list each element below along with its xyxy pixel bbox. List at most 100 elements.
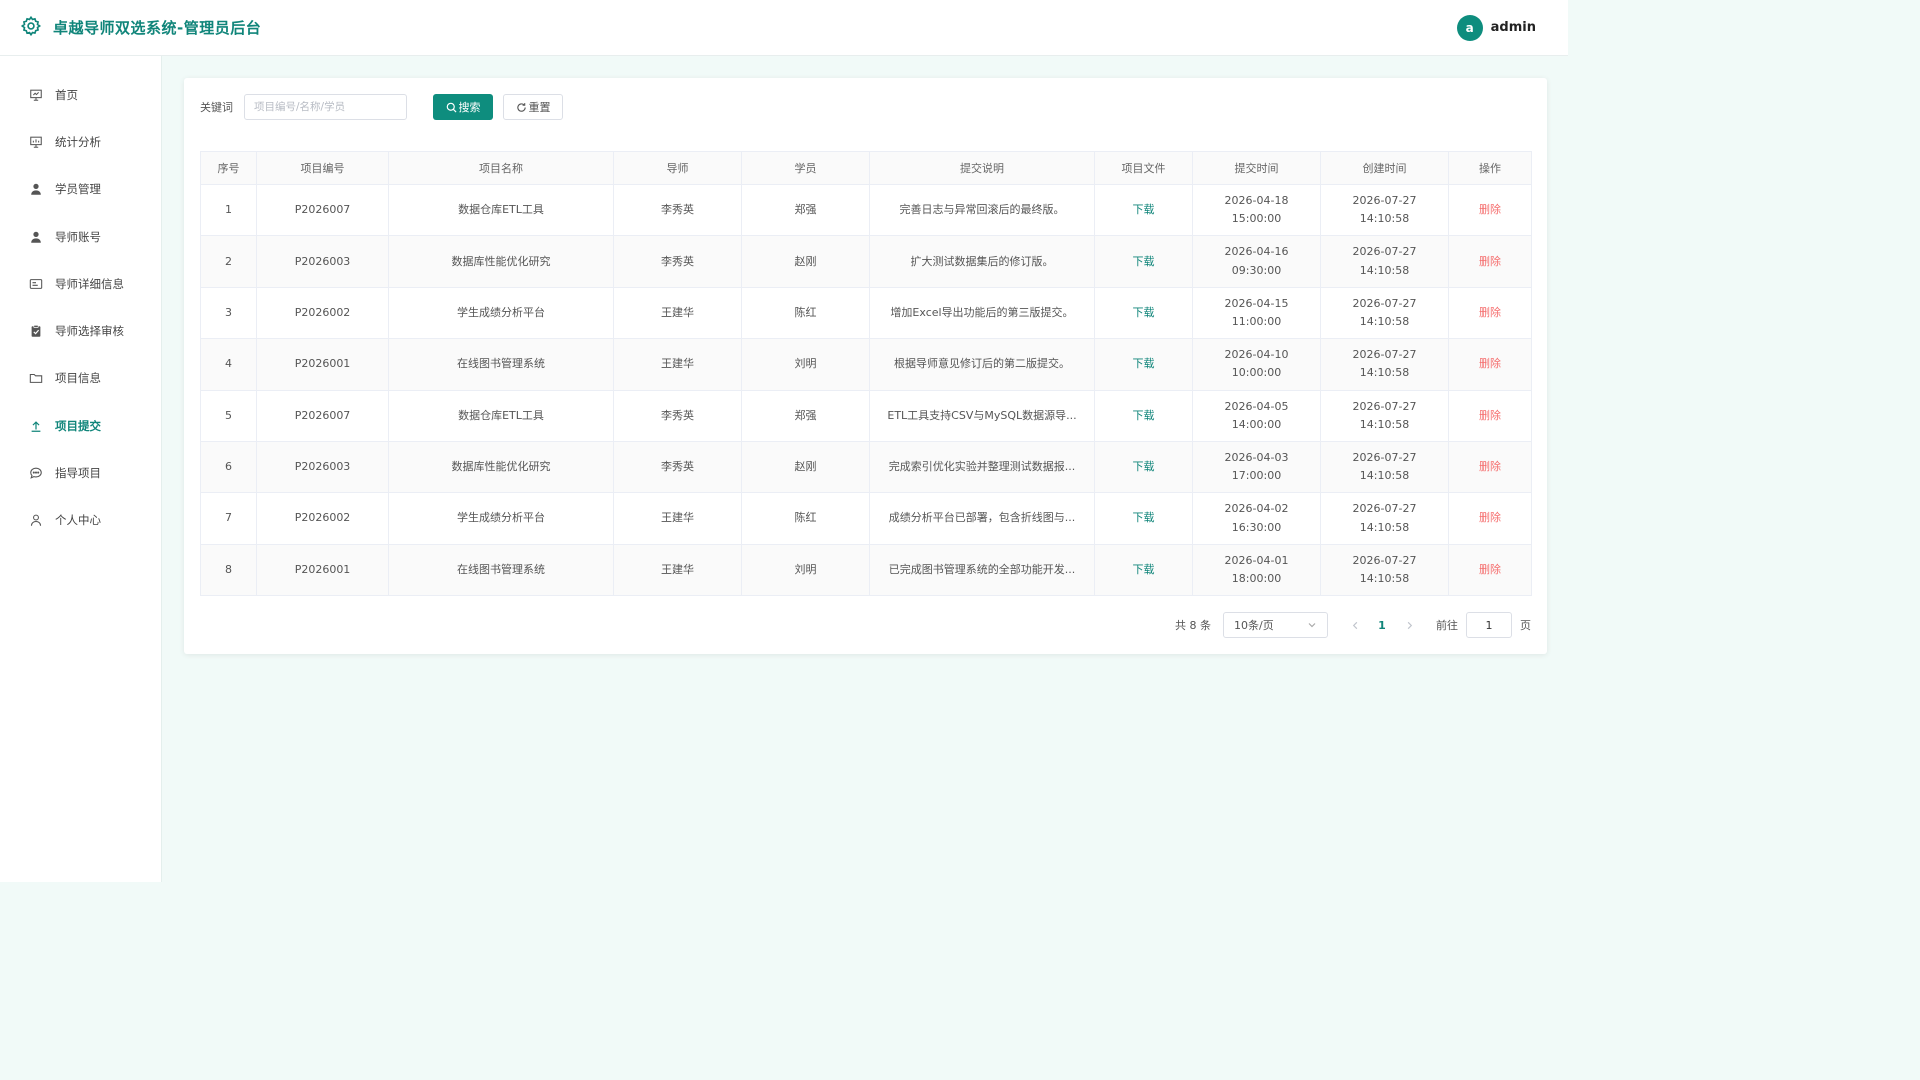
download-link[interactable]: 下载 (1133, 563, 1155, 576)
delete-button[interactable]: 删除 (1479, 409, 1501, 422)
sidebar-item-project-submission[interactable]: 项目提交 (0, 402, 161, 449)
sidebar-item-students[interactable]: 学员管理 (0, 166, 161, 213)
cell-project-name: 数据库性能优化研究 (388, 440, 614, 494)
user-solid-icon (29, 230, 43, 244)
submission-card: 关键词 搜索 重置 序号 项目编号 项目名称 导师 学员 (184, 78, 1547, 654)
cell-actions: 删除 (1448, 492, 1532, 545)
sidebar-item-label: 首页 (55, 87, 78, 102)
user-menu[interactable]: a admin (1456, 14, 1568, 41)
cell-create-time: 2026-07-27 14:10:58 (1320, 183, 1449, 237)
cell-submission-note: 成绩分析平台已部署，包含折线图与... (869, 492, 1095, 545)
delete-button[interactable]: 删除 (1479, 511, 1501, 524)
cell-project-code: P2026003 (256, 235, 389, 288)
top-header: 卓越导师双选系统-管理员后台 a admin (0, 0, 1568, 56)
cell-project-code: P2026002 (256, 492, 389, 545)
download-link[interactable]: 下载 (1133, 306, 1155, 319)
sidebar-item-guided-projects[interactable]: 指导项目 (0, 449, 161, 496)
create-clock: 14:10:58 (1359, 417, 1410, 431)
cell-project-code: P2026002 (256, 286, 389, 340)
id-card-icon (29, 277, 43, 291)
cell-submission-note: 完善日志与异常回滚后的最终版。 (869, 183, 1095, 237)
submit-clock: 16:30:00 (1231, 520, 1282, 534)
cell-mentor: 李秀英 (613, 235, 742, 288)
sidebar-item-project-info[interactable]: 项目信息 (0, 355, 161, 402)
sidebar: 首页 统计分析 学员管理 导师账号 导师详细信息 导师选择审核 项目信息 项目提… (0, 56, 162, 882)
sidebar-item-label: 个人中心 (55, 513, 101, 528)
download-link[interactable]: 下载 (1133, 255, 1155, 268)
delete-button[interactable]: 删除 (1479, 306, 1501, 319)
cell-student: 陈红 (741, 492, 870, 545)
delete-button[interactable]: 删除 (1479, 460, 1501, 473)
cell-actions: 删除 (1448, 440, 1532, 494)
download-link[interactable]: 下载 (1133, 511, 1155, 524)
create-date: 2026-07-27 (1352, 348, 1417, 362)
sidebar-item-mentor-review[interactable]: 导师选择审核 (0, 307, 161, 354)
user-outline-icon (29, 513, 43, 527)
submit-clock: 09:30:00 (1231, 263, 1282, 277)
cell-project-file: 下载 (1094, 492, 1193, 545)
sidebar-item-statistics[interactable]: 统计分析 (0, 118, 161, 165)
reset-button[interactable]: 重置 (503, 94, 563, 120)
chevron-right-icon (1407, 621, 1412, 629)
submit-date: 2026-04-05 (1224, 399, 1289, 413)
cell-project-name: 在线图书管理系统 (388, 543, 614, 597)
submission-table: 序号 项目编号 项目名称 导师 学员 提交说明 项目文件 提交时间 创建时间 操… (200, 151, 1532, 597)
table-row: 4 P2026001 在线图书管理系统 王建华 刘明 根据导师意见修订后的第二版提交。 下载… (200, 338, 1532, 391)
cell-student: 陈红 (741, 286, 870, 340)
create-clock: 14:10:58 (1359, 520, 1410, 534)
cell-index: 5 (200, 389, 257, 442)
delete-button[interactable]: 删除 (1479, 203, 1501, 216)
create-clock: 14:10:58 (1359, 212, 1410, 226)
download-link[interactable]: 下载 (1133, 357, 1155, 370)
keyword-input[interactable] (244, 94, 407, 120)
prev-page-button[interactable] (1342, 621, 1368, 630)
username[interactable]: admin (1491, 20, 1536, 35)
avatar[interactable]: a (1456, 14, 1483, 41)
cell-mentor: 王建华 (613, 286, 742, 340)
sidebar-item-home[interactable]: 首页 (0, 71, 161, 118)
download-link[interactable]: 下载 (1133, 460, 1155, 473)
cell-project-file: 下载 (1094, 183, 1193, 237)
page-number-current[interactable]: 1 (1368, 619, 1396, 632)
table-row: 7 P2026002 学生成绩分析平台 王建华 陈红 成绩分析平台已部署，包含折线图与..… (200, 492, 1532, 545)
delete-button[interactable]: 删除 (1479, 563, 1501, 576)
cell-submit-time: 2026-04-03 17:00:00 (1192, 440, 1321, 494)
sidebar-item-mentor-details[interactable]: 导师详细信息 (0, 260, 161, 307)
folder-icon (29, 371, 43, 385)
submit-date: 2026-04-03 (1224, 451, 1289, 464)
delete-button[interactable]: 删除 (1479, 255, 1501, 268)
sidebar-item-label: 项目提交 (55, 418, 101, 433)
download-link[interactable]: 下载 (1133, 409, 1155, 422)
cell-actions: 删除 (1448, 338, 1532, 391)
create-date: 2026-07-27 (1352, 553, 1417, 567)
cell-project-code: P2026001 (256, 543, 389, 597)
column-header: 提交时间 (1192, 151, 1321, 185)
delete-button[interactable]: 删除 (1479, 357, 1501, 370)
goto-page-input[interactable] (1466, 612, 1512, 638)
cell-submission-note: 已完成图书管理系统的全部功能开发... (869, 543, 1095, 597)
cell-project-name: 学生成绩分析平台 (388, 286, 614, 340)
cell-mentor: 王建华 (613, 338, 742, 391)
sidebar-item-mentor-accounts[interactable]: 导师账号 (0, 213, 161, 260)
submit-clock: 10:00:00 (1231, 366, 1282, 380)
cell-project-file: 下载 (1094, 338, 1193, 391)
search-button[interactable]: 搜索 (433, 94, 493, 120)
search-bar: 关键词 搜索 重置 (200, 94, 563, 120)
cell-create-time: 2026-07-27 14:10:58 (1320, 286, 1449, 340)
create-clock: 14:10:58 (1359, 314, 1410, 328)
create-date: 2026-07-27 (1352, 296, 1417, 310)
next-page-button[interactable] (1396, 621, 1422, 630)
download-link[interactable]: 下载 (1133, 203, 1155, 216)
sidebar-item-profile[interactable]: 个人中心 (0, 497, 161, 544)
submit-clock: 11:00:00 (1231, 314, 1282, 328)
cell-student: 赵刚 (741, 235, 870, 288)
create-clock: 14:10:58 (1359, 469, 1410, 483)
column-header: 项目文件 (1094, 151, 1193, 185)
cell-project-name: 在线图书管理系统 (388, 338, 614, 391)
page-size-select[interactable]: 10条/页 (1223, 612, 1328, 638)
cell-submit-time: 2026-04-15 11:00:00 (1192, 286, 1321, 340)
cell-index: 6 (200, 440, 257, 494)
keyword-label: 关键词 (200, 101, 233, 114)
cell-mentor: 李秀英 (613, 389, 742, 442)
cell-project-code: P2026007 (256, 389, 389, 442)
